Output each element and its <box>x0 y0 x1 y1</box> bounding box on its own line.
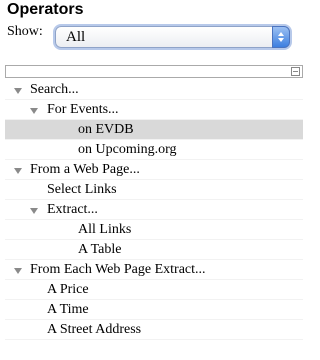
disclosure-triangle-icon[interactable] <box>30 208 38 214</box>
tree-item[interactable]: Search... <box>5 80 303 100</box>
tree-item[interactable]: Select Links <box>5 180 303 200</box>
tree-item[interactable]: A Price <box>5 280 303 300</box>
tree-item-label: on Upcoming.org <box>78 142 177 157</box>
filter-icon[interactable] <box>291 67 300 76</box>
disclosure-triangle-icon[interactable] <box>14 168 22 174</box>
tree-item-label: Search... <box>30 82 79 97</box>
tree-item-label: For Events... <box>47 102 119 117</box>
disclosure-triangle-icon[interactable] <box>14 268 22 274</box>
operators-tree: Search... For Events... on EVDB on Upcoming… <box>5 80 303 340</box>
tree-item-label: From a Web Page... <box>30 162 140 177</box>
disclosure-triangle-icon[interactable] <box>14 88 22 94</box>
show-label: Show: <box>7 24 43 39</box>
tree-item[interactable]: Extract... <box>5 200 303 220</box>
tree-item[interactable]: From a Web Page... <box>5 160 303 180</box>
tree-item[interactable]: A Table <box>5 240 303 260</box>
tree-item[interactable]: From Each Web Page Extract... <box>5 260 303 280</box>
disclosure-triangle-icon[interactable] <box>30 108 38 114</box>
operators-title: Operators <box>7 1 84 18</box>
tree-item[interactable]: A Street Address <box>5 320 303 340</box>
arrow-down-icon <box>278 38 284 42</box>
tree-item-label: All Links <box>78 222 132 237</box>
tree-item[interactable]: on EVDB <box>5 120 303 140</box>
tree-item-label: A Price <box>47 282 89 297</box>
show-select[interactable]: All <box>55 26 290 48</box>
show-select-value: All <box>66 29 86 45</box>
show-row: Show: <box>7 21 43 43</box>
tree-item-label: A Time <box>47 302 89 317</box>
tree-item[interactable]: For Events... <box>5 100 303 120</box>
tree-item-label: Select Links <box>47 182 117 197</box>
select-arrows-icon[interactable] <box>272 26 290 48</box>
tree-item-label: on EVDB <box>78 122 134 137</box>
tree-item-label: A Table <box>78 242 122 257</box>
arrow-up-icon <box>278 32 284 36</box>
tree-item[interactable]: All Links <box>5 220 303 240</box>
tree-item-label: Extract... <box>47 202 98 217</box>
filter-input[interactable] <box>5 65 303 78</box>
tree-item-label: From Each Web Page Extract... <box>30 262 206 277</box>
tree-item[interactable]: A Time <box>5 300 303 320</box>
tree-item-label: A Street Address <box>47 322 142 337</box>
tree-item[interactable]: on Upcoming.org <box>5 140 303 160</box>
